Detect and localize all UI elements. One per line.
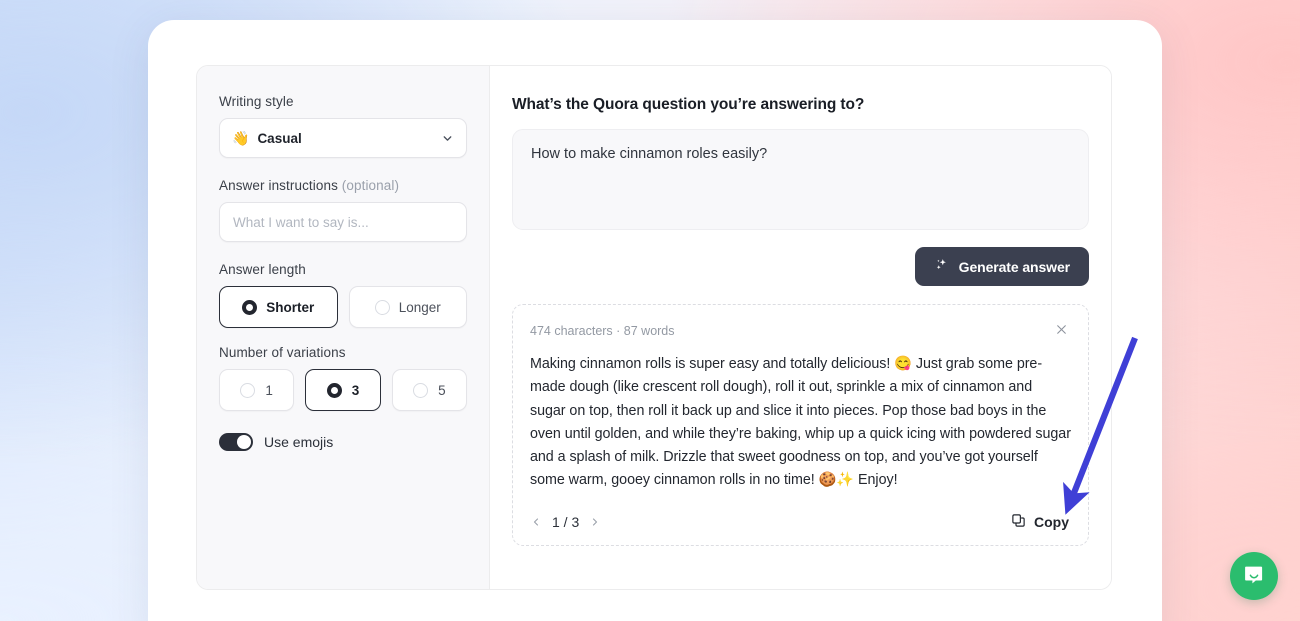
chevron-left-icon[interactable] [530, 516, 542, 528]
sparkles-icon [934, 257, 950, 276]
radio-selected-icon [327, 383, 342, 398]
writing-style-label: Writing style [219, 94, 467, 109]
radio-selected-icon [242, 300, 257, 315]
answer-length-option-longer[interactable]: Longer [349, 286, 468, 328]
answer-instructions-placeholder: What I want to say is... [233, 215, 369, 230]
answer-length-option-label: Longer [399, 300, 441, 315]
variations-option-3[interactable]: 3 [305, 369, 380, 411]
use-emojis-toggle[interactable] [219, 433, 253, 451]
pager-label: 1 / 3 [552, 514, 579, 530]
page-title: What’s the Quora question you’re answeri… [512, 96, 1089, 114]
use-emojis-row: Use emojis [219, 433, 467, 451]
answer-instructions-optional-text: (optional) [342, 178, 399, 193]
answer-length-group: Shorter Longer [219, 286, 467, 328]
variations-option-label: 3 [352, 383, 360, 398]
variation-pager: 1 / 3 [530, 514, 601, 530]
variations-option-label: 5 [438, 383, 446, 398]
answer-length-option-shorter[interactable]: Shorter [219, 286, 338, 328]
settings-sidebar: Writing style 👋 Casual Answer instructio… [197, 66, 490, 589]
chevron-right-icon[interactable] [589, 516, 601, 528]
answer-length-label: Answer length [219, 262, 467, 277]
generate-row: Generate answer [512, 247, 1089, 286]
chevron-down-icon [441, 132, 454, 145]
close-icon[interactable] [1052, 321, 1071, 341]
result-meta: 474 characters · 87 words [530, 324, 675, 338]
answer-instructions-input[interactable]: What I want to say is... [219, 202, 467, 242]
radio-empty-icon [375, 300, 390, 315]
question-input-value: How to make cinnamon roles easily? [531, 146, 767, 162]
writing-style-label-text: Writing style [219, 94, 294, 109]
app-window: Writing style 👋 Casual Answer instructio… [148, 20, 1162, 621]
use-emojis-label: Use emojis [264, 434, 333, 450]
chat-bubble-icon [1242, 562, 1266, 591]
number-of-variations-label-text: Number of variations [219, 345, 346, 360]
result-body: Making cinnamon rolls is super easy and … [530, 353, 1071, 493]
variations-option-1[interactable]: 1 [219, 369, 294, 411]
answer-instructions-label-text: Answer instructions [219, 178, 342, 193]
writing-style-value: Casual [257, 131, 301, 146]
variations-option-5[interactable]: 5 [392, 369, 467, 411]
result-footer: 1 / 3 Copy [530, 511, 1071, 533]
answer-instructions-label: Answer instructions (optional) [219, 178, 467, 193]
copy-button-label: Copy [1034, 514, 1069, 530]
main-pane: What’s the Quora question you’re answeri… [490, 66, 1111, 589]
answer-length-label-text: Answer length [219, 262, 306, 277]
number-of-variations-group: 1 3 5 [219, 369, 467, 411]
radio-empty-icon [413, 383, 428, 398]
generate-answer-label: Generate answer [959, 259, 1070, 275]
radio-empty-icon [240, 383, 255, 398]
wave-hand-icon: 👋 [232, 131, 249, 145]
variations-option-label: 1 [265, 383, 273, 398]
chat-widget-button[interactable] [1230, 552, 1278, 600]
generate-answer-button[interactable]: Generate answer [915, 247, 1089, 286]
editor-panes: Writing style 👋 Casual Answer instructio… [196, 65, 1112, 590]
result-header: 474 characters · 87 words [530, 321, 1071, 341]
answer-length-option-label: Shorter [266, 300, 314, 315]
copy-button[interactable]: Copy [1009, 511, 1071, 533]
result-card: 474 characters · 87 words Making cinnamo… [512, 304, 1089, 546]
copy-icon [1011, 513, 1026, 531]
question-input[interactable]: How to make cinnamon roles easily? [512, 129, 1089, 230]
number-of-variations-label: Number of variations [219, 345, 467, 360]
writing-style-select[interactable]: 👋 Casual [219, 118, 467, 158]
